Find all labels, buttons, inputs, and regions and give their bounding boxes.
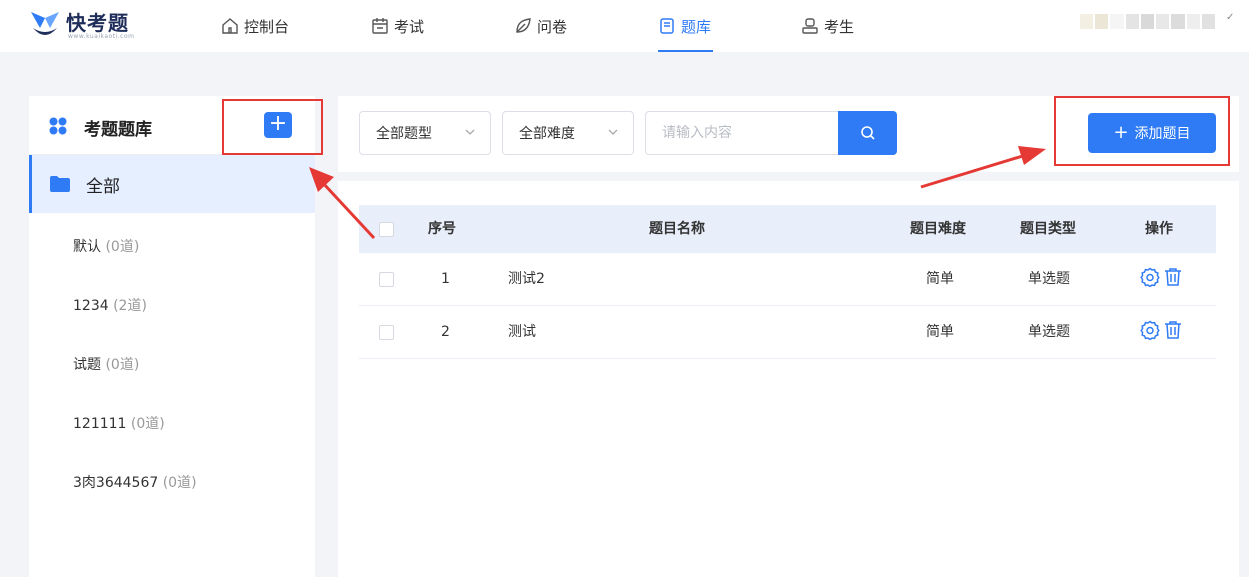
chevron-down-icon <box>608 129 618 135</box>
select-all-checkbox[interactable] <box>379 222 394 237</box>
user-account-blurred[interactable] <box>1080 14 1215 29</box>
question-type-select-value: 全部题型 <box>376 126 432 142</box>
table-header: 序号 题目名称 题目难度 题目类型 操作 <box>359 205 1216 253</box>
category-sidebar: 考题题库 + 全部 默认 (0道) 1234 (2道) 试题 (0道) 1211… <box>29 96 315 577</box>
row-difficulty: 简单 <box>926 324 954 340</box>
app-name: 快考题 <box>66 11 129 35</box>
chevron-down-icon <box>465 129 475 135</box>
top-navbar: 快考题 www.kuaikaoti.com 控制台 考试 问卷 题库 考生 ✓ <box>0 0 1249 52</box>
column-header-actions: 操作 <box>1145 221 1173 237</box>
nav-examinee-label: 考生 <box>824 17 855 36</box>
nav-exam-label: 考试 <box>394 17 425 36</box>
question-type-select[interactable]: 全部题型 <box>359 111 491 155</box>
category-item[interactable]: 默认 (0道) <box>73 236 139 256</box>
row-index: 1 <box>441 271 450 287</box>
row-question-name: 测试2 <box>508 271 545 287</box>
nav-question-bank-label: 题库 <box>681 17 712 36</box>
category-name: 1234 <box>73 298 109 314</box>
annotation-box-add-category <box>222 99 323 155</box>
sidebar-title: 考题题库 <box>84 120 152 140</box>
category-name: 121111 <box>73 416 127 432</box>
category-count: (0道) <box>162 475 197 491</box>
annotation-box-add-question <box>1054 96 1230 166</box>
nav-examinee[interactable]: 考生 <box>801 0 854 52</box>
user-dropdown-caret-icon[interactable]: ✓ <box>1226 12 1234 23</box>
calendar-icon <box>372 18 388 34</box>
category-all-label: 全部 <box>86 176 120 197</box>
category-item[interactable]: 试题 (0道) <box>73 354 139 374</box>
category-count: (0道) <box>105 239 140 255</box>
search-button[interactable] <box>838 111 897 155</box>
row-type: 单选题 <box>1028 324 1070 340</box>
category-name: 3肉3644567 <box>73 475 159 491</box>
category-name: 默认 <box>73 239 101 255</box>
search-icon <box>860 126 875 140</box>
category-count: (0道) <box>105 357 140 373</box>
nav-survey-label: 问卷 <box>537 17 568 36</box>
nav-dashboard[interactable]: 控制台 <box>221 0 289 52</box>
apps-icon <box>49 117 67 135</box>
row-question-name: 测试 <box>508 324 536 340</box>
difficulty-select-value: 全部难度 <box>519 126 575 142</box>
column-header-difficulty: 题目难度 <box>910 221 966 237</box>
question-table-panel: 序号 题目名称 题目难度 题目类型 操作 1 测试2 简单 单选题 2 测试 简… <box>338 181 1239 577</box>
question-bank-icon <box>660 18 674 34</box>
table-row[interactable]: 1 测试2 简单 单选题 <box>359 253 1216 306</box>
category-count: (2道) <box>113 298 147 314</box>
row-type: 单选题 <box>1028 271 1070 287</box>
row-index: 2 <box>441 324 450 340</box>
trash-icon[interactable] <box>1163 267 1183 287</box>
nav-survey[interactable]: 问卷 <box>514 0 567 52</box>
trash-icon[interactable] <box>1163 320 1183 340</box>
category-count: (0道) <box>130 416 165 432</box>
row-checkbox[interactable] <box>379 272 394 287</box>
leaf-icon <box>516 18 531 33</box>
app-subtitle: www.kuaikaoti.com <box>68 33 135 40</box>
settings-gear-icon[interactable] <box>1140 320 1160 340</box>
table-row[interactable]: 2 测试 简单 单选题 <box>359 306 1216 359</box>
category-item[interactable]: 121111 (0道) <box>73 413 165 433</box>
column-header-type: 题目类型 <box>1020 221 1076 237</box>
logo-mark-icon <box>31 12 59 35</box>
category-item[interactable]: 3肉3644567 (0道) <box>73 472 197 492</box>
nav-exam[interactable]: 考试 <box>371 0 424 52</box>
home-icon <box>222 18 238 34</box>
folder-icon <box>50 176 70 192</box>
user-icon <box>802 18 818 34</box>
category-all[interactable]: 全部 <box>29 155 315 213</box>
row-difficulty: 简单 <box>926 271 954 287</box>
nav-question-bank[interactable]: 题库 <box>658 0 713 52</box>
search-input[interactable] <box>645 111 839 155</box>
settings-gear-icon[interactable] <box>1140 267 1160 287</box>
difficulty-select[interactable]: 全部难度 <box>502 111 634 155</box>
column-header-name: 题目名称 <box>649 221 705 237</box>
app-logo[interactable]: 快考题 www.kuaikaoti.com <box>28 6 148 42</box>
row-checkbox[interactable] <box>379 325 394 340</box>
nav-dashboard-label: 控制台 <box>244 17 290 36</box>
column-header-index: 序号 <box>428 221 456 237</box>
category-name: 试题 <box>73 357 101 373</box>
category-item[interactable]: 1234 (2道) <box>73 295 147 315</box>
